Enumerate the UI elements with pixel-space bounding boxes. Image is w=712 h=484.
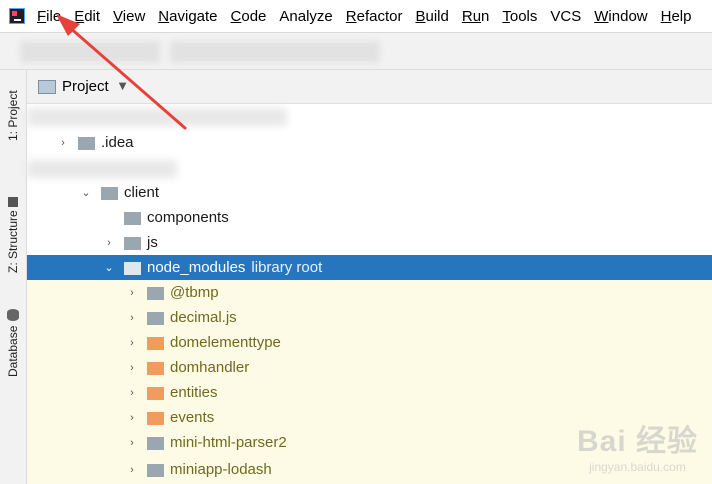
menu-bar: File Edit View Navigate Code Analyze Ref…: [0, 0, 712, 33]
folder-icon: [147, 464, 164, 477]
menu-vcs[interactable]: VCS: [544, 0, 588, 33]
menu-file[interactable]: File: [31, 0, 68, 33]
tree-row-entities[interactable]: › entities: [27, 380, 712, 405]
chevron-down-icon[interactable]: ▼: [119, 81, 127, 92]
blurred-breadcrumb: [170, 41, 380, 63]
library-root-label: library root: [251, 259, 323, 276]
menu-analyze[interactable]: Analyze: [273, 0, 339, 33]
chevron-down-icon[interactable]: ⌄: [80, 187, 92, 199]
tree-row-idea[interactable]: › .idea: [27, 130, 712, 155]
folder-icon: [147, 287, 164, 300]
structure-icon: [8, 196, 18, 207]
database-icon: [7, 309, 19, 322]
chevron-right-icon[interactable]: ›: [57, 137, 69, 149]
menu-tools[interactable]: Tools: [496, 0, 544, 33]
tab-database-tool-window[interactable]: Database: [2, 302, 24, 384]
navigation-bar-blurred: [0, 33, 712, 70]
tree-row-decimal-js[interactable]: › decimal.js: [27, 305, 712, 330]
chevron-right-icon[interactable]: ›: [126, 412, 138, 424]
tree-row-tbmp[interactable]: › @tbmp: [27, 280, 712, 305]
blurred-tree-row: [27, 160, 177, 178]
intellij-logo-icon: [9, 8, 25, 24]
tree-row-domhandler[interactable]: › domhandler: [27, 355, 712, 380]
folder-icon: [124, 237, 141, 250]
menu-edit[interactable]: Edit: [68, 0, 107, 33]
blurred-breadcrumb: [20, 41, 160, 63]
folder-icon: [124, 212, 141, 225]
menu-run[interactable]: Run: [456, 0, 497, 33]
tree-row-components[interactable]: components: [27, 205, 712, 230]
menu-refactor[interactable]: Refactor: [340, 0, 410, 33]
chevron-right-icon[interactable]: ›: [126, 337, 138, 349]
folder-icon: [147, 312, 164, 325]
project-view-icon: [38, 79, 56, 94]
folder-icon: [147, 412, 164, 425]
menu-view[interactable]: View: [107, 0, 152, 33]
chevron-right-icon[interactable]: ›: [126, 362, 138, 374]
left-tool-window-strip: 1: Project Z: Structure Database: [0, 70, 27, 484]
menu-window[interactable]: Window: [588, 0, 654, 33]
folder-icon: [101, 187, 118, 200]
menu-build[interactable]: Build: [409, 0, 455, 33]
tree-row-client[interactable]: ⌄ client: [27, 180, 712, 205]
folder-icon: [147, 437, 164, 450]
blurred-project-root: [27, 108, 287, 126]
chevron-down-icon[interactable]: ⌄: [103, 262, 115, 274]
chevron-right-icon[interactable]: ›: [126, 464, 138, 476]
tab-project-tool-window[interactable]: 1: Project: [2, 76, 24, 156]
folder-icon: [147, 337, 164, 350]
menu-help[interactable]: Help: [655, 0, 699, 33]
folder-icon: [147, 387, 164, 400]
folder-icon: [124, 262, 141, 275]
chevron-right-icon[interactable]: ›: [103, 237, 115, 249]
chevron-right-icon[interactable]: ›: [126, 287, 138, 299]
baidu-watermark: Bai 经验 jingyan.baidu.com: [576, 425, 698, 474]
menu-navigate[interactable]: Navigate: [152, 0, 224, 33]
project-panel-header: Project ▼: [27, 70, 712, 104]
folder-icon: [78, 137, 95, 150]
chevron-right-icon[interactable]: ›: [126, 312, 138, 324]
chevron-right-icon[interactable]: ›: [126, 437, 138, 449]
chevron-right-icon[interactable]: ›: [126, 387, 138, 399]
menu-code[interactable]: Code: [225, 0, 274, 33]
project-panel-title[interactable]: Project: [62, 78, 109, 95]
tab-structure-tool-window[interactable]: Z: Structure: [2, 180, 24, 290]
folder-icon: [147, 362, 164, 375]
tree-row-node-modules[interactable]: ⌄ node_modules library root: [27, 255, 712, 280]
tree-row-js[interactable]: › js: [27, 230, 712, 255]
tree-row-domelementtype[interactable]: › domelementtype: [27, 330, 712, 355]
